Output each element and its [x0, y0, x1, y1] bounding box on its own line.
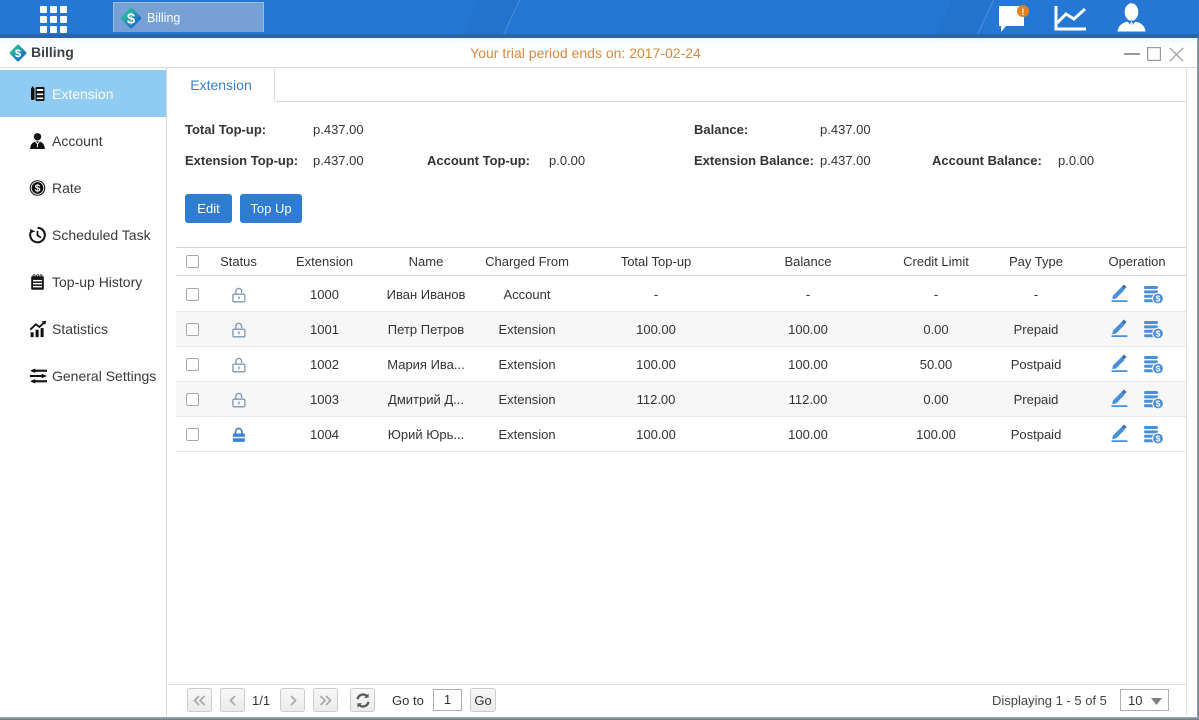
svg-text:$: $: [1156, 293, 1161, 303]
svg-text:$: $: [127, 10, 136, 27]
svg-text:$: $: [1156, 363, 1161, 373]
svg-text:$: $: [1156, 328, 1161, 338]
svg-text:$: $: [35, 182, 41, 194]
svg-text:$: $: [1156, 398, 1161, 408]
svg-text:!: !: [1022, 7, 1025, 17]
svg-text:$: $: [1156, 433, 1161, 443]
